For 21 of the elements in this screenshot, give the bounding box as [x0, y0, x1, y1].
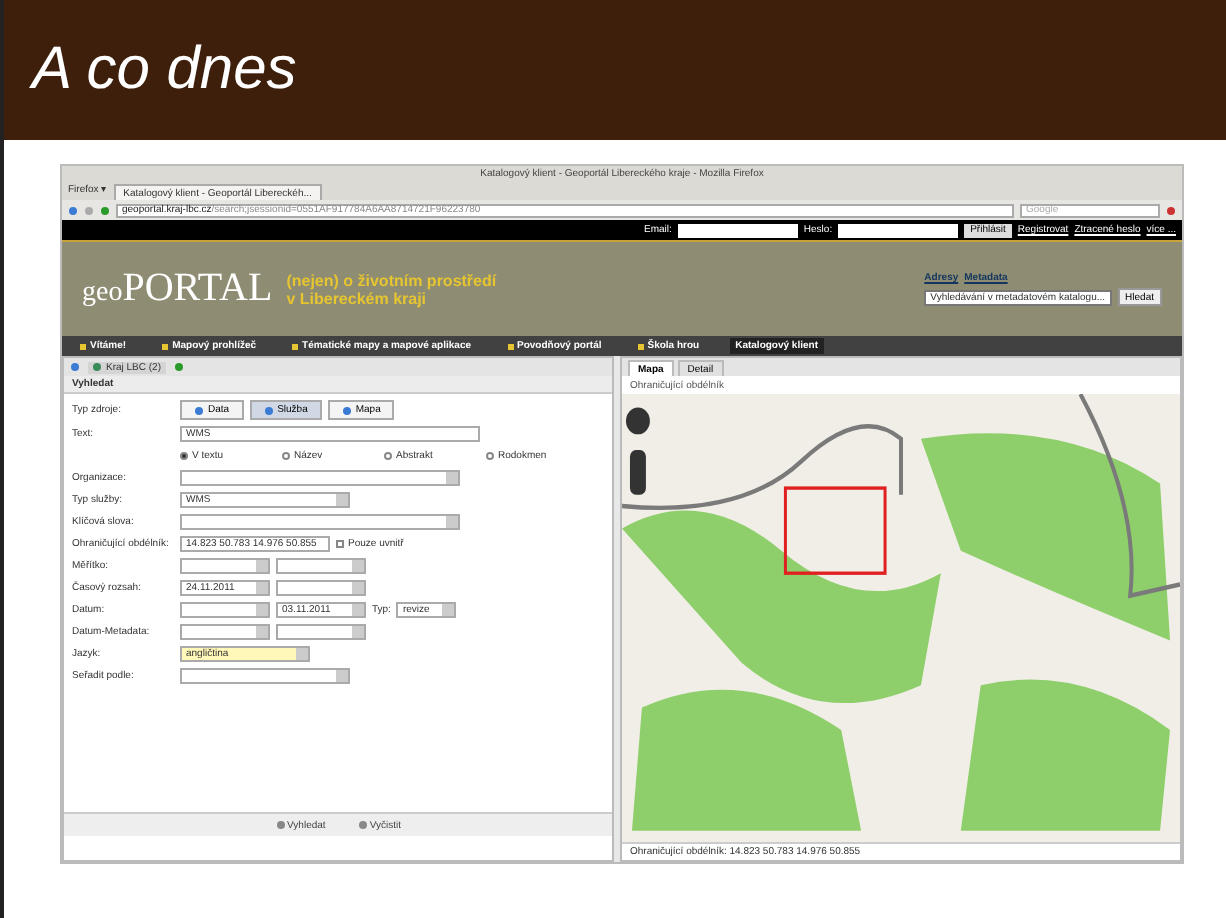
- date-field[interactable]: [276, 623, 366, 639]
- logo-text: PORTAL: [122, 266, 273, 312]
- radio-button[interactable]: [180, 451, 188, 459]
- date-field[interactable]: [276, 579, 366, 595]
- logo-text: geo: [82, 278, 123, 310]
- tagline: v Libereckém kraji: [286, 289, 428, 307]
- date-field[interactable]: [180, 623, 270, 639]
- radio-button[interactable]: [282, 451, 290, 459]
- select-field[interactable]: [180, 557, 270, 573]
- select-field[interactable]: [180, 513, 460, 529]
- radio-button[interactable]: [384, 451, 392, 459]
- tagline: (nejen) o životním prostředí: [286, 271, 497, 289]
- radio-button[interactable]: [486, 451, 494, 459]
- password-field[interactable]: [838, 223, 959, 237]
- select-field[interactable]: [180, 469, 460, 485]
- checkbox[interactable]: [336, 539, 344, 547]
- email-field[interactable]: [677, 223, 798, 237]
- date-field[interactable]: [180, 601, 270, 617]
- select-field[interactable]: [180, 667, 350, 683]
- slide-title: A co dnes: [32, 36, 297, 104]
- select-field[interactable]: [276, 557, 366, 573]
